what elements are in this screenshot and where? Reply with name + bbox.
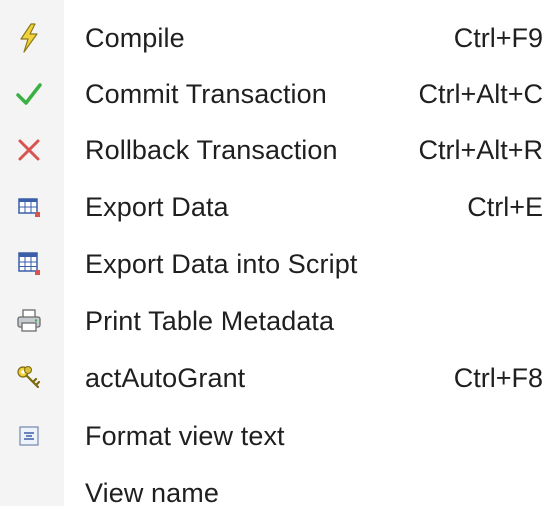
menu-item-commit-transaction[interactable]: Commit Transaction Ctrl+Alt+C [0, 68, 549, 120]
menu-item-format-view-text[interactable]: Format view text [0, 410, 549, 462]
red-x-icon [14, 135, 44, 165]
menu-item-export-data-into-script[interactable]: Export Data into Script [0, 238, 549, 290]
table-script-export-icon [14, 249, 44, 279]
menu-item-shortcut: Ctrl+Alt+R [418, 134, 543, 165]
menu-item-label: Compile [85, 22, 185, 53]
context-menu: Compile Ctrl+F9 Commit Transaction Ctrl+… [0, 0, 549, 508]
lightning-icon [14, 23, 44, 53]
keys-icon [14, 363, 44, 393]
menu-item-rollback-transaction[interactable]: Rollback Transaction Ctrl+Alt+R [0, 124, 549, 176]
menu-item-compile[interactable]: Compile Ctrl+F9 [0, 12, 549, 64]
menu-item-label: Export Data [85, 191, 229, 222]
printer-icon [14, 306, 44, 336]
menu-item-label: Format view text [85, 420, 285, 451]
menu-item-shortcut: Ctrl+F8 [453, 362, 543, 393]
menu-item-print-table-metadata[interactable]: Print Table Metadata [0, 295, 549, 347]
table-export-icon [14, 192, 44, 222]
checkmark-icon [14, 79, 44, 109]
menu-item-label: Print Table Metadata [85, 305, 335, 336]
menu-item-shortcut: Ctrl+Alt+C [418, 78, 543, 109]
menu-item-label: Commit Transaction [85, 78, 327, 109]
menu-item-export-data[interactable]: Export Data Ctrl+E [0, 181, 549, 233]
menu-item-label: View name [85, 478, 219, 508]
format-text-icon [14, 421, 44, 451]
menu-item-shortcut: Ctrl+F9 [453, 22, 543, 53]
menu-item-view-name[interactable]: View name [0, 466, 549, 508]
menu-item-label: Export Data into Script [85, 248, 358, 279]
menu-item-label: Rollback Transaction [85, 134, 338, 165]
menu-item-label: actAutoGrant [85, 362, 246, 393]
menu-item-act-auto-grant[interactable]: actAutoGrant Ctrl+F8 [0, 352, 549, 404]
menu-item-shortcut: Ctrl+E [467, 191, 543, 222]
